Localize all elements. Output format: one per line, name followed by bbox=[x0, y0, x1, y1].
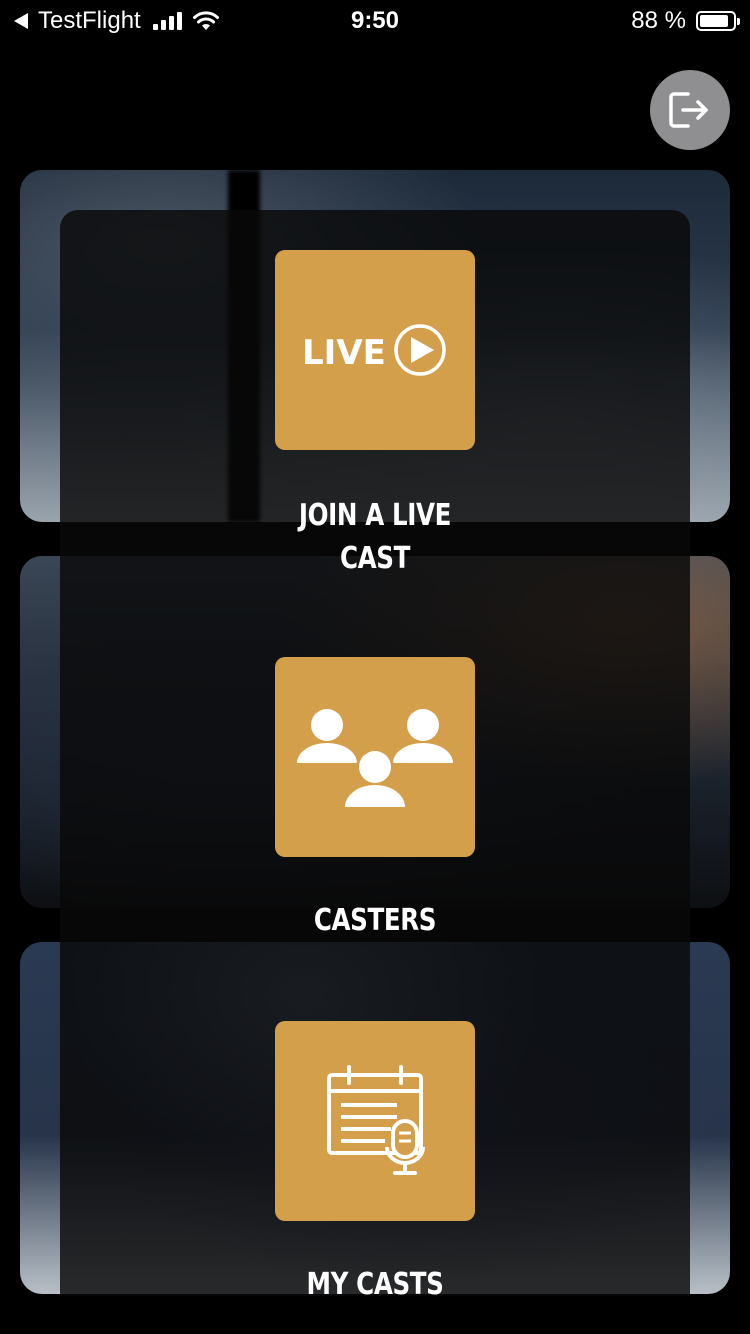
casters-button[interactable] bbox=[275, 657, 475, 857]
status-bar: TestFlight 9:50 88 % bbox=[0, 0, 750, 42]
casters-label[interactable]: CASTERS bbox=[277, 899, 474, 942]
battery-percent: 88 % bbox=[631, 7, 686, 34]
battery-icon bbox=[696, 11, 740, 31]
join-live-cast-button[interactable]: LIVE bbox=[275, 250, 475, 450]
live-play-icon: LIVE bbox=[302, 324, 446, 376]
my-casts-button[interactable] bbox=[275, 1021, 475, 1221]
bottom-edge bbox=[0, 1296, 750, 1334]
battery-status: 88 % bbox=[631, 7, 740, 35]
menu-item-join-live-cast: LIVE JOIN A LIVE CAST bbox=[0, 250, 750, 580]
join-live-cast-label[interactable]: JOIN A LIVE CAST bbox=[277, 494, 474, 580]
live-icon-text: LIVE bbox=[302, 333, 386, 373]
calendar-microphone-icon bbox=[327, 1065, 425, 1175]
menu-item-casters: CASTERS bbox=[0, 657, 750, 942]
logout-icon bbox=[669, 92, 708, 128]
logout-button[interactable] bbox=[650, 70, 730, 150]
menu-item-my-casts: MY CASTS bbox=[0, 1021, 750, 1306]
group-users-icon bbox=[297, 709, 453, 807]
battery-level bbox=[700, 15, 729, 27]
